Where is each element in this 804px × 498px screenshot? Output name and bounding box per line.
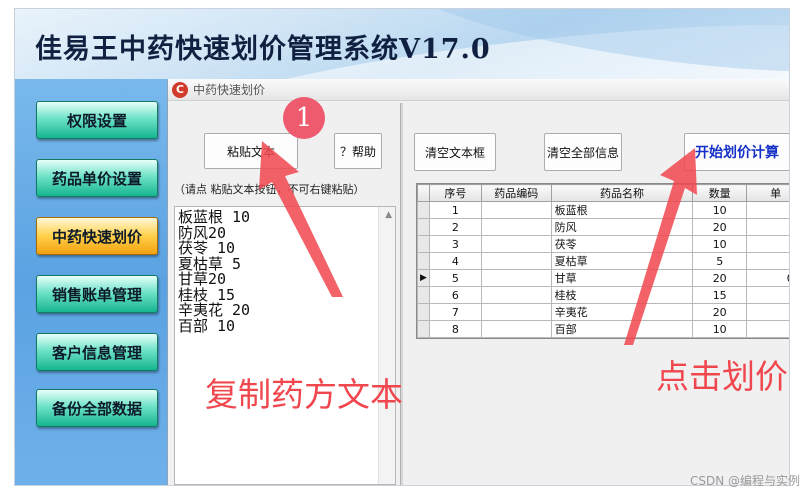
row-selector[interactable]	[417, 252, 430, 270]
cell-code	[480, 286, 552, 304]
cell-quantity: 10	[692, 201, 748, 219]
cell-drug-name: 板蓝根	[550, 201, 694, 219]
table-row[interactable]: 8 百部 10 0.	[417, 320, 789, 338]
cell-index: 1	[428, 201, 482, 219]
prescription-textarea[interactable]: 板蓝根 10 防风20 茯苓 10 夏枯草 5 甘草20 桂枝 15 辛夷花 2…	[174, 206, 396, 485]
cell-unit-price: 0.	[746, 235, 789, 253]
cell-index: 5	[428, 269, 482, 287]
column-header[interactable]: 序号	[428, 184, 482, 202]
cell-drug-name: 茯苓	[550, 235, 694, 253]
sidebar-item-customers[interactable]: 客户信息管理	[36, 333, 158, 371]
cell-code	[480, 269, 552, 287]
cell-quantity: 20	[692, 218, 748, 236]
input-panel: 粘贴文本 ？帮助 （请点 粘贴文本按钮，不可右键粘贴） 板蓝根 10 防风20 …	[174, 103, 398, 485]
cell-quantity: 5	[692, 252, 748, 270]
column-header[interactable]: 单	[746, 184, 789, 202]
cell-drug-name: 夏枯草	[550, 252, 694, 270]
scroll-up-arrow-icon[interactable]: ▲	[385, 210, 392, 220]
app-banner: 佳易王中药快速划价管理系统V17.0	[15, 9, 789, 79]
cell-drug-name: 桂枝	[550, 286, 694, 304]
sidebar-item-quick-pricing[interactable]: 中药快速划价	[36, 217, 158, 255]
result-panel: 清空文本框 清空全部信息 开始划价计算 序号 药品编码 药品名称 数量 单 1 …	[406, 103, 789, 485]
table-header-row: 序号 药品编码 药品名称 数量 单	[417, 184, 789, 202]
cell-index: 8	[428, 320, 482, 338]
table-row[interactable]: ▶ 5 甘草 20 0.:	[417, 269, 789, 287]
cell-unit-price: 0.	[746, 252, 789, 270]
cell-unit-price: 0.	[746, 286, 789, 304]
cell-code	[480, 235, 552, 253]
prescription-text: 板蓝根 10 防风20 茯苓 10 夏枯草 5 甘草20 桂枝 15 辛夷花 2…	[178, 209, 378, 335]
table-row[interactable]: 1 板蓝根 10 0.	[417, 201, 789, 219]
cell-quantity: 10	[692, 320, 748, 338]
cell-drug-name: 甘草	[550, 269, 694, 287]
paste-hint: （请点 粘贴文本按钮，不可右键粘贴）	[174, 183, 365, 196]
annotation-copy-label: 复制药方文本	[205, 375, 403, 414]
sidebar-item-drug-prices[interactable]: 药品单价设置	[36, 159, 158, 197]
cell-quantity: 10	[692, 235, 748, 253]
column-header[interactable]: 数量	[692, 184, 748, 202]
column-header[interactable]: 药品编码	[480, 184, 552, 202]
cell-index: 3	[428, 235, 482, 253]
row-selector[interactable]	[417, 320, 430, 338]
child-titlebar: C 中药快速划价	[168, 79, 789, 101]
table-row[interactable]: 4 夏枯草 5 0.	[417, 252, 789, 270]
app-title: 佳易王中药快速划价管理系统V17.0	[35, 34, 491, 65]
table-row[interactable]: 7 辛夷花 20 0.	[417, 303, 789, 321]
app-logo-icon: C	[172, 81, 188, 98]
table-row[interactable]: 2 防风 20 0.	[417, 218, 789, 236]
help-button[interactable]: ？帮助	[334, 133, 382, 169]
paste-text-button[interactable]: 粘贴文本	[204, 133, 298, 169]
table-row[interactable]: 3 茯苓 10 0.	[417, 235, 789, 253]
cell-code	[480, 252, 552, 270]
start-calculation-button[interactable]: 开始划价计算	[684, 133, 789, 171]
row-selector[interactable]	[417, 218, 430, 236]
sidebar-item-sales-bills[interactable]: 销售账单管理	[36, 275, 158, 313]
cell-code	[480, 201, 552, 219]
row-selector[interactable]	[417, 235, 430, 253]
cell-index: 2	[428, 218, 482, 236]
text-line: 百部 10	[178, 316, 236, 335]
cell-unit-price: 0.	[746, 218, 789, 236]
textarea-scrollbar[interactable]: ▲	[378, 207, 395, 484]
row-selector[interactable]	[417, 286, 430, 304]
sidebar: 权限设置 药品单价设置 中药快速划价 销售账单管理 客户信息管理 备份全部数据	[15, 79, 167, 485]
clear-text-button[interactable]: 清空文本框	[414, 133, 496, 171]
cell-unit-price: 0.:	[746, 269, 789, 287]
cell-quantity: 20	[692, 269, 748, 287]
cell-drug-name: 防风	[550, 218, 694, 236]
quick-pricing-window: C 中药快速划价 粘贴文本 ？帮助 （请点 粘贴文本按钮，不可右键粘贴） 板蓝根…	[167, 79, 789, 485]
watermark: CSDN @编程与实例	[690, 474, 801, 488]
cell-code	[480, 320, 552, 338]
clear-all-button[interactable]: 清空全部信息	[544, 133, 622, 171]
step-number-badge: 1	[283, 97, 325, 139]
cell-index: 6	[428, 286, 482, 304]
cell-drug-name: 百部	[550, 320, 694, 338]
sidebar-item-backup[interactable]: 备份全部数据	[36, 389, 158, 427]
pricing-table: 序号 药品编码 药品名称 数量 单 1 板蓝根 10 2 防风 20 3 茯苓 …	[416, 183, 789, 339]
child-window-title: 中药快速划价	[193, 83, 266, 97]
panel-splitter[interactable]	[400, 103, 403, 485]
row-selector[interactable]	[417, 303, 430, 321]
cell-code	[480, 303, 552, 321]
cell-code	[480, 218, 552, 236]
cell-quantity: 15	[692, 286, 748, 304]
cell-index: 4	[428, 252, 482, 270]
cell-unit-price: 0.	[746, 320, 789, 338]
current-row-indicator-icon[interactable]: ▶	[417, 269, 430, 287]
table-row[interactable]: 6 桂枝 15 0.	[417, 286, 789, 304]
column-header[interactable]: 药品名称	[550, 184, 694, 202]
cell-index: 7	[428, 303, 482, 321]
cell-unit-price: 0.	[746, 303, 789, 321]
row-selector-header	[417, 184, 430, 202]
cell-quantity: 20	[692, 303, 748, 321]
cell-unit-price: 0.	[746, 201, 789, 219]
cell-drug-name: 辛夷花	[550, 303, 694, 321]
annotation-click-label: 点击划价	[656, 357, 788, 396]
sidebar-item-permissions[interactable]: 权限设置	[36, 101, 158, 139]
row-selector[interactable]	[417, 201, 430, 219]
